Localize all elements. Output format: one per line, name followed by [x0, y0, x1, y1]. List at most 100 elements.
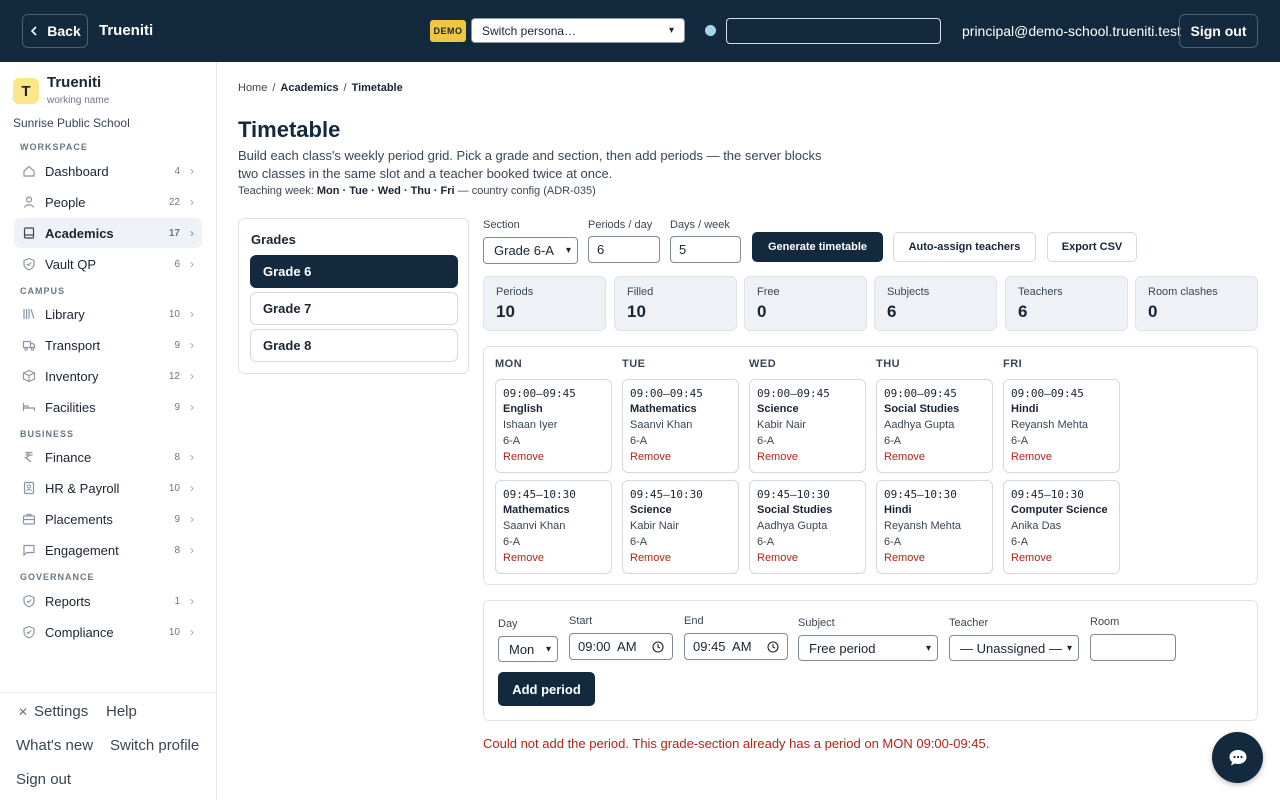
settings-link[interactable]: Settings [34, 703, 88, 720]
subject-select[interactable]: Free period ▾ [798, 635, 938, 661]
period-section: 6-A [630, 435, 648, 447]
sidebar-item-hr-payroll[interactable]: HR & Payroll 10 › [14, 473, 202, 503]
section-label: Section [483, 219, 520, 231]
sidebar-item-finance[interactable]: Finance 8 › [14, 442, 202, 472]
start-time-input[interactable]: 09:00 AM [569, 633, 673, 660]
sidebar-item-reports[interactable]: Reports 1 › [14, 586, 202, 616]
sidebar-item-count: 4 [174, 165, 180, 177]
stat-label: Periods [496, 286, 534, 298]
sidebar-item-label: Inventory [45, 368, 99, 384]
whats-new-link[interactable]: What's new [16, 737, 93, 754]
remove-period-link[interactable]: Remove [884, 552, 992, 564]
day-header-tue: TUE [622, 358, 646, 370]
chevron-right-icon: › [190, 164, 194, 178]
sidebar-item-vault-qp[interactable]: Vault QP 6 › [14, 249, 202, 279]
status-dot [705, 25, 716, 36]
day-header-fri: FRI [1003, 358, 1023, 370]
sidebar-item-count: 8 [174, 451, 180, 463]
brand-name: Trueniti [99, 22, 154, 39]
sidebar-item-dashboard[interactable]: Dashboard 4 › [14, 156, 202, 186]
grade-6-button[interactable]: Grade 6 [250, 255, 458, 288]
remove-period-link[interactable]: Remove [630, 451, 738, 463]
remove-period-link[interactable]: Remove [1011, 552, 1119, 564]
add-period-button[interactable]: Add period [498, 672, 595, 706]
sidebar-item-academics[interactable]: Academics 17 › [14, 218, 202, 248]
day-select[interactable]: Mon ▾ [498, 636, 558, 662]
period-time: 09:45–10:30 [884, 488, 957, 501]
remove-period-link[interactable]: Remove [503, 451, 611, 463]
export-csv-button[interactable]: Export CSV [1047, 232, 1137, 262]
help-link[interactable]: Help [106, 703, 137, 720]
room-input[interactable] [1090, 634, 1176, 661]
shield-icon [22, 625, 36, 639]
chat-button[interactable] [1212, 732, 1263, 783]
breadcrumb-academics[interactable]: Academics [280, 82, 338, 94]
period-subject: Computer Science [1011, 504, 1108, 516]
remove-period-link[interactable]: Remove [884, 451, 992, 463]
grades-panel: Grades Grade 6 Grade 7 Grade 8 [238, 218, 469, 374]
sidebar-item-count: 12 [168, 370, 180, 382]
grade-8-button[interactable]: Grade 8 [250, 329, 458, 362]
sidebar-item-facilities[interactable]: Facilities 9 › [14, 392, 202, 422]
chevron-down-icon: ▾ [1066, 642, 1072, 654]
period-time: 09:45–10:30 [1011, 488, 1084, 501]
chevron-right-icon: › [190, 195, 194, 209]
sidebar-item-count: 1 [174, 595, 180, 607]
sidebar-item-engagement[interactable]: Engagement 8 › [14, 535, 202, 565]
generate-timetable-button[interactable]: Generate timetable [752, 232, 883, 262]
chevron-right-icon: › [190, 512, 194, 526]
period-teacher: Aadhya Gupta [757, 520, 828, 532]
sidebar-item-count: 17 [168, 227, 180, 239]
period-teacher: Anika Das [1011, 520, 1062, 532]
back-button[interactable]: Back [22, 14, 88, 48]
remove-period-link[interactable]: Remove [757, 451, 865, 463]
sidebar-item-label: Compliance [45, 624, 114, 640]
auto-assign-teachers-button[interactable]: Auto-assign teachers [893, 232, 1036, 262]
sidebar-item-label: Engagement [45, 542, 119, 558]
remove-period-link[interactable]: Remove [630, 552, 738, 564]
chevron-right-icon: › [190, 307, 194, 321]
remove-period-link[interactable]: Remove [757, 552, 865, 564]
sidebar-item-count: 10 [168, 482, 180, 494]
day-select-value: Mon [509, 641, 535, 657]
period-card: 09:00–09:45 Mathematics Saanvi Khan 6-A … [622, 379, 739, 473]
sidebar-item-people[interactable]: People 22 › [14, 187, 202, 217]
sidebar-item-count: 6 [174, 258, 180, 270]
period-subject: Social Studies [757, 504, 833, 516]
days-per-week-input[interactable]: 5 [670, 236, 741, 263]
chevron-right-icon: › [190, 481, 194, 495]
sidebar-item-inventory[interactable]: Inventory 12 › [14, 361, 202, 391]
start-time-value: 09:00 AM [578, 639, 637, 654]
sign-out-button[interactable]: Sign out [1179, 14, 1258, 48]
add-period-form: Day Mon ▾ Start 09:00 AM End 09:45 AM Su… [483, 600, 1258, 721]
persona-select[interactable]: Switch persona… ▾ [471, 18, 685, 43]
sidebar-item-placements[interactable]: Placements 9 › [14, 504, 202, 534]
sidebar-item-compliance[interactable]: Compliance 10 › [14, 617, 202, 647]
sidebar-sign-out-link[interactable]: Sign out [16, 771, 71, 788]
period-subject: Hindi [884, 504, 912, 516]
remove-period-link[interactable]: Remove [1011, 451, 1119, 463]
page-description: Build each class's weekly period grid. P… [238, 148, 822, 181]
teacher-select[interactable]: — Unassigned — ▾ [949, 635, 1079, 661]
period-teacher: Kabir Nair [630, 520, 679, 532]
sidebar-footer: ✕ Settings Help What's new Switch profil… [0, 692, 216, 800]
switch-profile-link[interactable]: Switch profile [110, 737, 199, 754]
sidebar-item-transport[interactable]: Transport 9 › [14, 330, 202, 360]
sidebar-item-library[interactable]: Library 10 › [14, 299, 202, 329]
periods-per-day-input[interactable]: 6 [588, 236, 660, 263]
remove-period-link[interactable]: Remove [503, 552, 611, 564]
shield-icon [22, 257, 36, 271]
sidebar-item-label: Reports [45, 593, 91, 609]
stat-card-subjects: Subjects 6 [874, 276, 997, 331]
stat-label: Free [757, 286, 780, 298]
end-time-input[interactable]: 09:45 AM [684, 633, 788, 660]
stat-label: Room clashes [1148, 286, 1218, 298]
search-input[interactable] [726, 18, 941, 44]
sidebar-item-count: 10 [168, 626, 180, 638]
breadcrumb-home[interactable]: Home [238, 82, 267, 94]
period-time: 09:00–09:45 [630, 387, 703, 400]
stat-value: 6 [1018, 302, 1028, 321]
section-select[interactable]: Grade 6-A ▾ [483, 237, 578, 264]
grade-7-button[interactable]: Grade 7 [250, 292, 458, 325]
period-teacher: Saanvi Khan [503, 520, 566, 532]
